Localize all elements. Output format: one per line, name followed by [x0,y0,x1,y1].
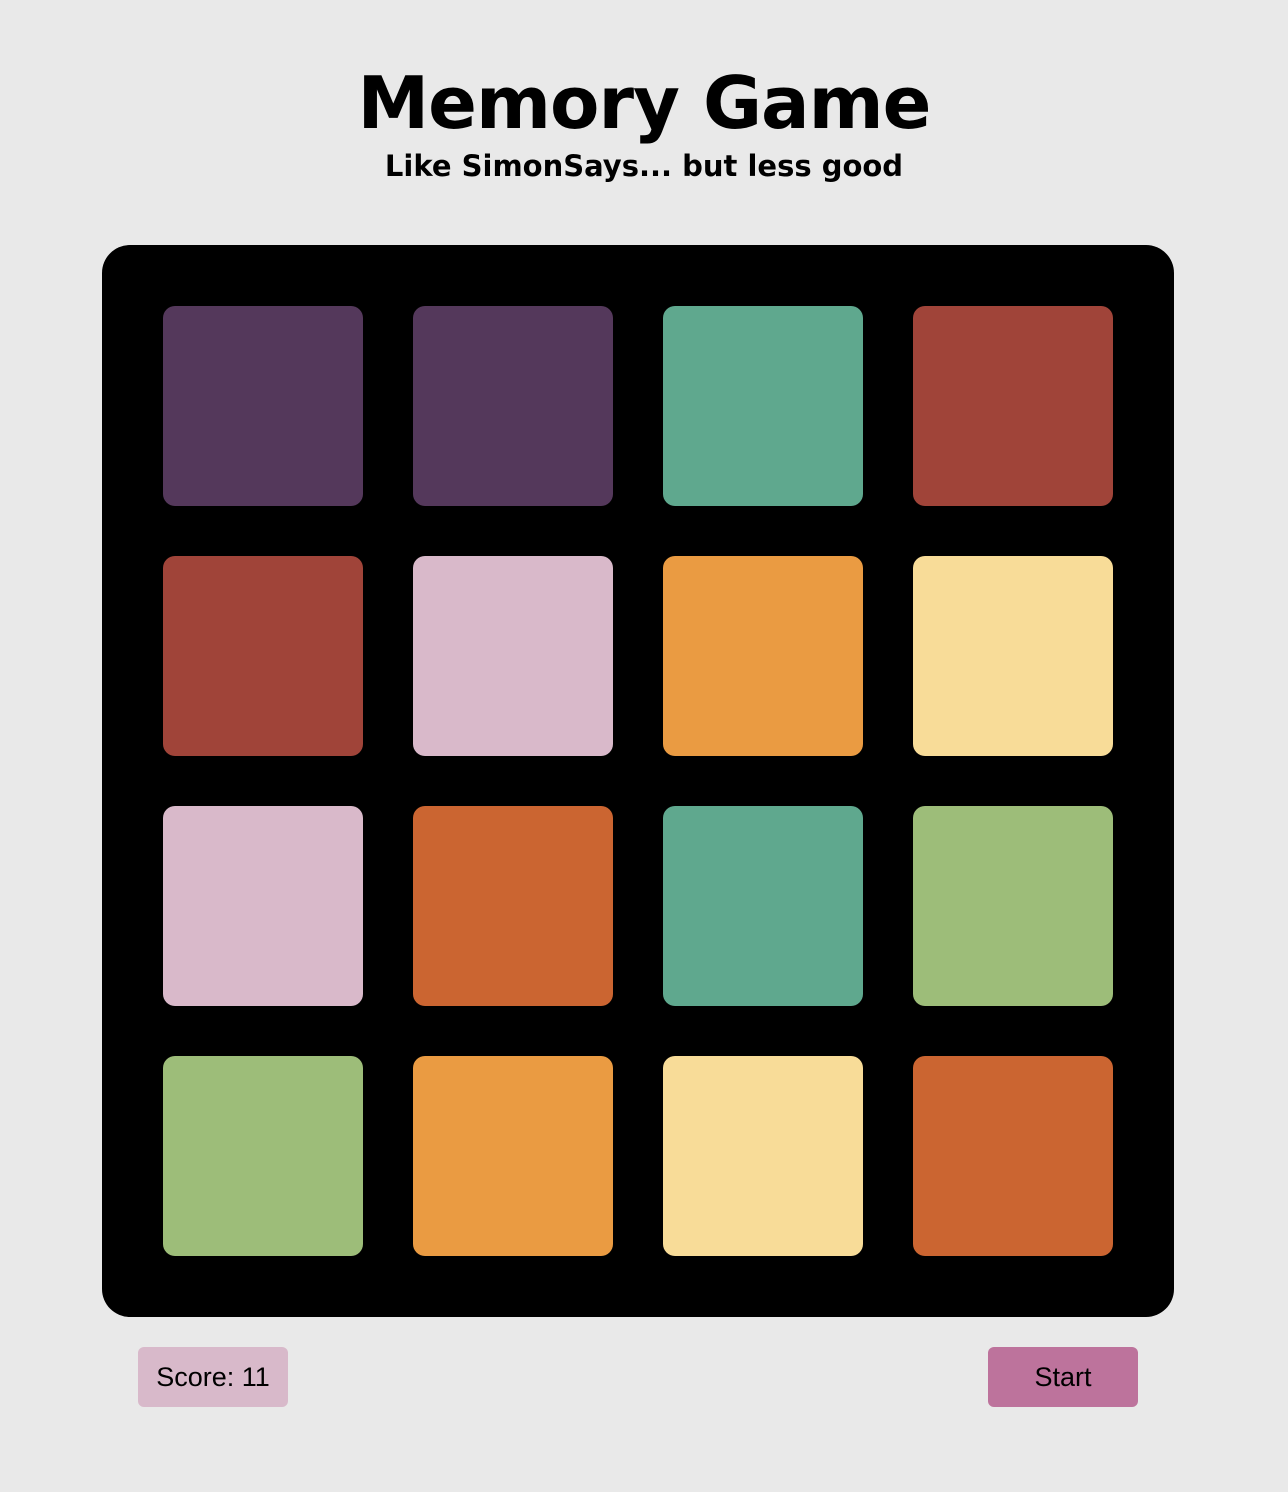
tile[interactable] [413,806,613,1006]
tile[interactable] [163,306,363,506]
page-subtitle: Like SimonSays... but less good [384,149,904,183]
game-board [102,245,1174,1317]
tile[interactable] [913,306,1113,506]
tile[interactable] [413,306,613,506]
tile[interactable] [913,556,1113,756]
tile[interactable] [913,1056,1113,1256]
tile[interactable] [413,556,613,756]
tile[interactable] [163,556,363,756]
tile[interactable] [163,806,363,1006]
page-title: Memory Game [357,61,931,145]
tile[interactable] [913,806,1113,1006]
score-display: Score: 11 [138,1347,288,1407]
tile[interactable] [663,306,863,506]
tile[interactable] [663,1056,863,1256]
tile[interactable] [663,556,863,756]
tile[interactable] [663,806,863,1006]
tile[interactable] [163,1056,363,1256]
start-button[interactable]: Start [988,1347,1138,1407]
tile[interactable] [413,1056,613,1256]
